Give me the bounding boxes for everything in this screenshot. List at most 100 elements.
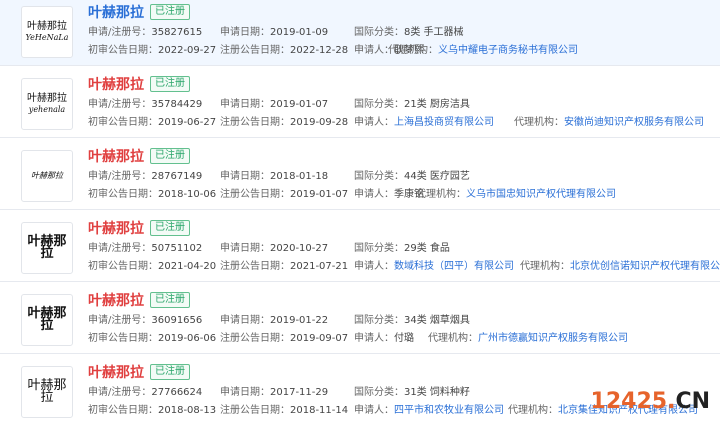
- applicant-value: 付璐: [394, 333, 414, 344]
- apply-date-value: 2019-01-07: [270, 99, 329, 110]
- apply-date-label: 申请日期：: [220, 171, 270, 182]
- intl-class-value: 8类 手工器械: [404, 27, 464, 38]
- intl-class-value: 44类 医疗园艺: [404, 171, 470, 182]
- intl-class-label: 国际分类：: [354, 99, 404, 110]
- status-badge: 已注册: [150, 364, 190, 380]
- intl-class-value: 34类 烟草烟具: [404, 315, 470, 326]
- intl-class-label: 国际分类：: [354, 243, 404, 254]
- watermark-number: 12425: [590, 389, 668, 414]
- trademark-name-link[interactable]: 叶赫那拉: [88, 146, 144, 166]
- apply-date-label: 申请日期：: [220, 315, 270, 326]
- trademark-name-link[interactable]: 叶赫那拉: [88, 362, 144, 382]
- applicant-label: 申请人：: [354, 189, 394, 200]
- first-pub-value: 2019-06-27: [158, 117, 217, 128]
- intl-class-label: 国际分类：: [354, 315, 404, 326]
- first-pub-label: 初审公告日期：: [88, 45, 158, 56]
- logo-text: 叶赫那拉: [27, 93, 67, 104]
- reg-no-label: 申请/注册号：: [88, 387, 152, 398]
- applicant-link[interactable]: 上海昌投商贸有限公司: [394, 117, 494, 128]
- intl-class-value: 31类 饲料种籽: [404, 387, 470, 398]
- reg-pub-label: 注册公告日期：: [220, 45, 290, 56]
- trademark-result-list: 叶赫那拉 YeHeNaLa 叶赫那拉 已注册 申请/注册号：35827615 申…: [0, 0, 720, 420]
- trademark-logo[interactable]: 叶赫那拉: [21, 150, 73, 202]
- intl-class-label: 国际分类：: [354, 171, 404, 182]
- applicant-link[interactable]: 四平市和农牧业有限公司: [394, 405, 504, 416]
- reg-no-value: 36091656: [151, 315, 203, 326]
- apply-date-value: 2019-01-22: [270, 315, 329, 326]
- first-pub-value: 2022-09-27: [158, 45, 217, 56]
- apply-date-label: 申请日期：: [220, 387, 270, 398]
- intl-class-label: 国际分类：: [354, 27, 404, 38]
- logo-subtext: YeHeNaLa: [25, 33, 69, 42]
- first-pub-label: 初审公告日期：: [88, 405, 158, 416]
- reg-no-label: 申请/注册号：: [88, 171, 152, 182]
- first-pub-label: 初审公告日期：: [88, 117, 158, 128]
- trademark-card[interactable]: 叶赫那拉 yehenala 叶赫那拉 已注册 申请/注册号：35784429 申…: [0, 72, 720, 138]
- trademark-name-link[interactable]: 叶赫那拉: [88, 290, 144, 310]
- reg-no-value: 35784429: [151, 99, 203, 110]
- apply-date-label: 申请日期：: [220, 27, 270, 38]
- logo-text: 叶赫那拉: [27, 21, 67, 32]
- trademark-name-link[interactable]: 叶赫那拉: [88, 74, 144, 94]
- first-pub-value: 2018-10-06: [158, 189, 217, 200]
- reg-no-value: 28767149: [151, 171, 203, 182]
- trademark-logo[interactable]: 叶赫那拉 YeHeNaLa: [21, 6, 73, 58]
- trademark-logo[interactable]: 叶赫那拉: [21, 222, 73, 274]
- apply-date-value: 2019-01-09: [270, 27, 329, 38]
- reg-pub-label: 注册公告日期：: [220, 117, 290, 128]
- reg-no-label: 申请/注册号：: [88, 27, 152, 38]
- applicant-label: 申请人：: [354, 333, 394, 344]
- first-pub-value: 2018-08-13: [158, 405, 217, 416]
- agent-label: 代理机构：: [508, 405, 558, 416]
- agent-label: 代理机构：: [416, 189, 466, 200]
- reg-no-value: 35827615: [151, 27, 203, 38]
- logo-text: 叶赫那拉: [27, 378, 67, 405]
- trademark-name-link[interactable]: 叶赫那拉: [88, 218, 144, 238]
- trademark-card[interactable]: 叶赫那拉 叶赫那拉 已注册 申请/注册号：50751102 申请日期：2020-…: [0, 216, 720, 282]
- reg-no-label: 申请/注册号：: [88, 99, 152, 110]
- intl-class-value: 21类 厨房洁具: [404, 99, 470, 110]
- first-pub-label: 初审公告日期：: [88, 333, 158, 344]
- agent-link[interactable]: 义乌中耀电子商务秘书有限公司: [438, 45, 578, 56]
- trademark-name-link[interactable]: 叶赫那拉: [88, 2, 144, 22]
- reg-pub-value: 2022-12-28: [290, 45, 349, 56]
- reg-pub-value: 2018-11-14: [290, 405, 349, 416]
- site-watermark: 12425.CN: [591, 389, 710, 414]
- reg-pub-value: 2021-07-21: [290, 261, 349, 272]
- logo-subtext: yehenala: [28, 105, 66, 114]
- trademark-card[interactable]: 叶赫那拉 叶赫那拉 已注册 申请/注册号：28767149 申请日期：2018-…: [0, 144, 720, 210]
- reg-no-value: 50751102: [151, 243, 203, 254]
- agent-link[interactable]: 义乌市国忠知识产权代理有限公司: [466, 189, 616, 200]
- apply-date-label: 申请日期：: [220, 99, 270, 110]
- status-badge: 已注册: [150, 292, 190, 308]
- reg-no-label: 申请/注册号：: [88, 315, 152, 326]
- trademark-logo[interactable]: 叶赫那拉: [21, 294, 73, 346]
- apply-date-label: 申请日期：: [220, 243, 270, 254]
- trademark-card[interactable]: 叶赫那拉 YeHeNaLa 叶赫那拉 已注册 申请/注册号：35827615 申…: [0, 0, 720, 66]
- agent-label: 代理机构：: [428, 333, 478, 344]
- reg-no-label: 申请/注册号：: [88, 243, 152, 254]
- agent-label: 代理机构：: [388, 45, 438, 56]
- reg-pub-label: 注册公告日期：: [220, 189, 290, 200]
- trademark-logo[interactable]: 叶赫那拉 yehenala: [21, 78, 73, 130]
- trademark-logo[interactable]: 叶赫那拉: [21, 366, 73, 418]
- agent-link[interactable]: 广州市德赢知识产权服务有限公司: [478, 333, 628, 344]
- first-pub-value: 2019-06-06: [158, 333, 217, 344]
- apply-date-value: 2020-10-27: [270, 243, 329, 254]
- apply-date-value: 2018-01-18: [270, 171, 329, 182]
- first-pub-label: 初审公告日期：: [88, 189, 158, 200]
- reg-pub-label: 注册公告日期：: [220, 261, 290, 272]
- applicant-link[interactable]: 数域科技（四平）有限公司: [394, 261, 514, 272]
- agent-label: 代理机构：: [514, 117, 564, 128]
- reg-pub-value: 2019-01-07: [290, 189, 349, 200]
- reg-pub-label: 注册公告日期：: [220, 333, 290, 344]
- watermark-suffix: CN: [675, 389, 710, 414]
- applicant-label: 申请人：: [354, 261, 394, 272]
- agent-link[interactable]: 安徽尚迪知识产权服务有限公司: [564, 117, 704, 128]
- agent-link[interactable]: 北京优创信诺知识产权代理有限公司: [570, 261, 720, 272]
- trademark-card[interactable]: 叶赫那拉 叶赫那拉 已注册 申请/注册号：36091656 申请日期：2019-…: [0, 288, 720, 354]
- reg-no-value: 27766624: [151, 387, 203, 398]
- logo-text: 叶赫那拉: [27, 234, 67, 261]
- reg-pub-value: 2019-09-07: [290, 333, 349, 344]
- intl-class-value: 29类 食品: [404, 243, 450, 254]
